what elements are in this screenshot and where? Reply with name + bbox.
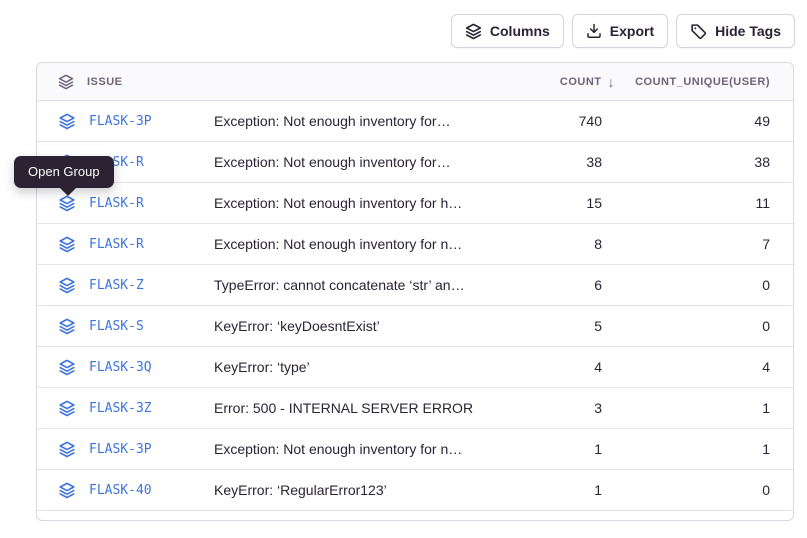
count-unique-value: 4 bbox=[602, 359, 794, 375]
table-row: FLASK-40 KeyError: ‘RegularError123’ 1 0 bbox=[37, 470, 793, 511]
issue-link[interactable]: FLASK-3Q bbox=[89, 360, 152, 375]
issue-cell: FLASK-3P bbox=[37, 441, 214, 458]
table-row: FLASK-3Q KeyError: ‘type’ 4 4 bbox=[37, 347, 793, 388]
table-row: FLASK-3P Exception: Not enough inventory… bbox=[37, 101, 793, 142]
results-table: ISSUE COUNT ↓ COUNT_UNIQUE(USER) bbox=[36, 62, 794, 521]
export-button-label: Export bbox=[610, 23, 654, 39]
issue-link[interactable]: FLASK-R bbox=[89, 196, 144, 211]
table-row: FLASK-S KeyError: ‘keyDoesntExist’ 5 0 bbox=[37, 306, 793, 347]
open-group-icon[interactable] bbox=[58, 113, 76, 130]
issue-cell: FLASK-Z bbox=[37, 277, 214, 294]
column-header-count-unique[interactable]: COUNT_UNIQUE(USER) bbox=[602, 76, 794, 88]
columns-button[interactable]: Columns bbox=[451, 14, 564, 48]
count-unique-value: 1 bbox=[602, 400, 794, 416]
issue-title: Error: 500 - INTERNAL SERVER ERROR bbox=[214, 400, 492, 416]
count-unique-value: 38 bbox=[602, 154, 794, 170]
count-value: 1 bbox=[492, 482, 602, 498]
open-group-icon[interactable] bbox=[58, 277, 76, 294]
layers-icon bbox=[58, 74, 74, 90]
count-unique-value: 49 bbox=[602, 113, 794, 129]
hide-tags-button[interactable]: Hide Tags bbox=[676, 14, 795, 48]
open-group-icon[interactable] bbox=[58, 236, 76, 253]
issue-link[interactable]: FLASK-S bbox=[89, 319, 144, 334]
open-group-icon[interactable] bbox=[58, 441, 76, 458]
issue-title: KeyError: ‘RegularError123’ bbox=[214, 482, 492, 498]
open-group-icon[interactable] bbox=[58, 400, 76, 417]
issue-title: Exception: Not enough inventory for h… bbox=[214, 195, 492, 211]
issue-link[interactable]: FLASK-R bbox=[89, 237, 144, 252]
column-header-issue[interactable]: ISSUE bbox=[37, 74, 214, 90]
count-value: 6 bbox=[492, 277, 602, 293]
columns-button-label: Columns bbox=[490, 23, 550, 39]
hide-tags-button-label: Hide Tags bbox=[715, 23, 781, 39]
count-unique-value: 0 bbox=[602, 318, 794, 334]
issue-cell: FLASK-R bbox=[37, 195, 214, 212]
column-header-issue-label: ISSUE bbox=[87, 76, 123, 88]
issue-title: Exception: Not enough inventory for… bbox=[214, 154, 492, 170]
count-value: 1 bbox=[492, 441, 602, 457]
column-header-count-unique-label: COUNT_UNIQUE(USER) bbox=[635, 76, 770, 88]
layers-icon bbox=[465, 23, 482, 40]
column-header-count[interactable]: COUNT ↓ bbox=[492, 74, 602, 90]
tooltip-arrow-icon bbox=[60, 188, 76, 196]
issue-cell: FLASK-R bbox=[37, 236, 214, 253]
issue-title: TypeError: cannot concatenate ‘str’ an… bbox=[214, 277, 492, 293]
column-header-count-label: COUNT bbox=[560, 76, 602, 88]
issue-link[interactable]: FLASK-3P bbox=[89, 442, 152, 457]
open-group-tooltip: Open Group bbox=[14, 156, 114, 188]
table-header: ISSUE COUNT ↓ COUNT_UNIQUE(USER) bbox=[37, 63, 793, 101]
table-row: FLASK-Z TypeError: cannot concatenate ‘s… bbox=[37, 265, 793, 306]
table-row: FLASK-3Z Error: 500 - INTERNAL SERVER ER… bbox=[37, 388, 793, 429]
open-group-icon[interactable] bbox=[58, 195, 76, 212]
count-value: 8 bbox=[492, 236, 602, 252]
issue-title: KeyError: ‘keyDoesntExist’ bbox=[214, 318, 492, 334]
tag-icon bbox=[690, 23, 707, 40]
count-value: 15 bbox=[492, 195, 602, 211]
count-unique-value: 7 bbox=[602, 236, 794, 252]
issue-link[interactable]: FLASK-40 bbox=[89, 483, 152, 498]
issue-cell: FLASK-S bbox=[37, 318, 214, 335]
count-unique-value: 0 bbox=[602, 482, 794, 498]
table-row: FLASK-R Exception: Not enough inventory … bbox=[37, 142, 793, 183]
table-row: FLASK-R Exception: Not enough inventory … bbox=[37, 183, 793, 224]
table-row: FLASK-R Exception: Not enough inventory … bbox=[37, 224, 793, 265]
issue-cell: FLASK-3Q bbox=[37, 359, 214, 376]
issue-link[interactable]: FLASK-3Z bbox=[89, 401, 152, 416]
count-value: 5 bbox=[492, 318, 602, 334]
issue-cell: FLASK-3P bbox=[37, 113, 214, 130]
issue-title: KeyError: ‘type’ bbox=[214, 359, 492, 375]
count-value: 38 bbox=[492, 154, 602, 170]
toolbar: Columns Export Hide Tags bbox=[451, 14, 795, 48]
count-value: 740 bbox=[492, 113, 602, 129]
count-unique-value: 1 bbox=[602, 441, 794, 457]
table-row: FLASK-3P Exception: Not enough inventory… bbox=[37, 429, 793, 470]
issue-link[interactable]: FLASK-Z bbox=[89, 278, 144, 293]
export-button[interactable]: Export bbox=[572, 14, 668, 48]
open-group-icon[interactable] bbox=[58, 482, 76, 499]
issue-title: Exception: Not enough inventory for… bbox=[214, 113, 492, 129]
count-unique-value: 0 bbox=[602, 277, 794, 293]
open-group-icon[interactable] bbox=[58, 359, 76, 376]
count-value: 3 bbox=[492, 400, 602, 416]
issue-title: Exception: Not enough inventory for n… bbox=[214, 441, 492, 457]
download-icon bbox=[586, 23, 602, 39]
open-group-tooltip-label: Open Group bbox=[28, 164, 100, 179]
issue-cell: FLASK-40 bbox=[37, 482, 214, 499]
count-unique-value: 11 bbox=[602, 195, 794, 211]
discover-results-page: Columns Export Hide Tags bbox=[0, 0, 807, 538]
count-value: 4 bbox=[492, 359, 602, 375]
open-group-icon[interactable] bbox=[58, 318, 76, 335]
table-body: FLASK-3P Exception: Not enough inventory… bbox=[37, 101, 793, 511]
issue-link[interactable]: FLASK-3P bbox=[89, 114, 152, 129]
issue-title: Exception: Not enough inventory for n… bbox=[214, 236, 492, 252]
issue-cell: FLASK-3Z bbox=[37, 400, 214, 417]
